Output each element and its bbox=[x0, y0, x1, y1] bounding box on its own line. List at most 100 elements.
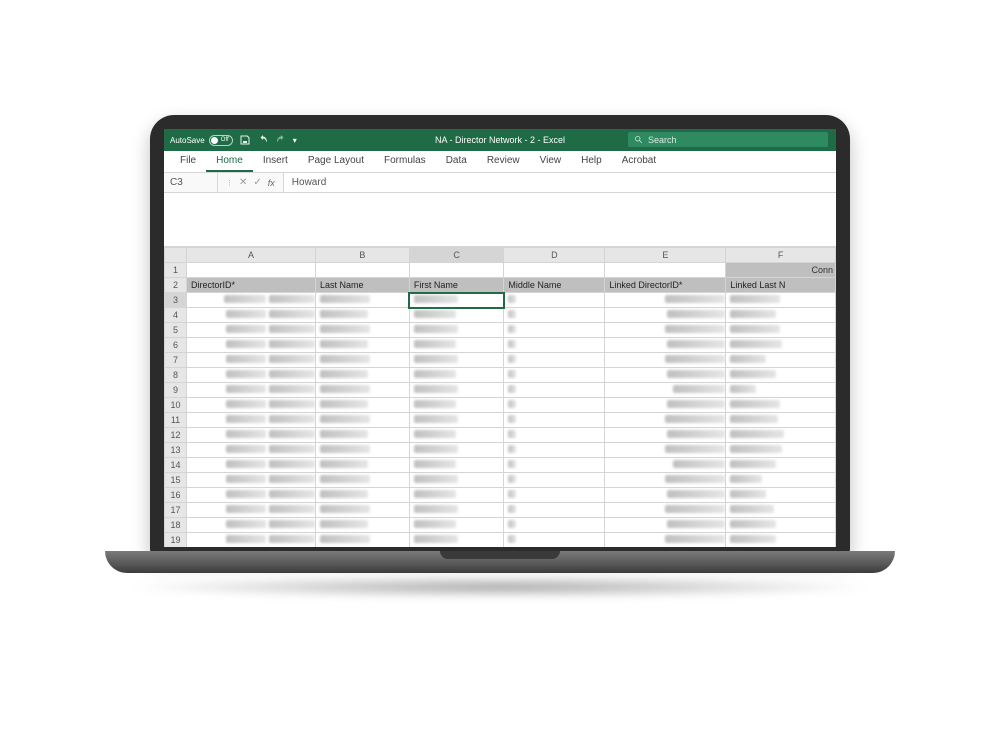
cell[interactable] bbox=[315, 293, 409, 308]
cell[interactable] bbox=[409, 368, 503, 383]
tab-acrobat[interactable]: Acrobat bbox=[612, 151, 666, 172]
cell[interactable] bbox=[187, 533, 316, 548]
cell[interactable] bbox=[315, 458, 409, 473]
cell[interactable] bbox=[504, 518, 605, 533]
cell[interactable] bbox=[315, 473, 409, 488]
cell[interactable] bbox=[409, 473, 503, 488]
cell[interactable] bbox=[315, 518, 409, 533]
cell[interactable] bbox=[726, 503, 836, 518]
cell[interactable] bbox=[726, 428, 836, 443]
row-head[interactable]: 9 bbox=[165, 383, 187, 398]
cell[interactable] bbox=[504, 473, 605, 488]
tab-page-layout[interactable]: Page Layout bbox=[298, 151, 374, 172]
cell[interactable] bbox=[409, 458, 503, 473]
cell[interactable] bbox=[315, 503, 409, 518]
fx-icon[interactable]: fx bbox=[268, 178, 275, 188]
cell[interactable] bbox=[726, 323, 836, 338]
row-head[interactable]: 6 bbox=[165, 338, 187, 353]
cell[interactable] bbox=[504, 383, 605, 398]
cell[interactable] bbox=[315, 308, 409, 323]
cell[interactable] bbox=[605, 368, 726, 383]
enter-icon[interactable]: ✓ bbox=[253, 177, 261, 188]
cell[interactable] bbox=[605, 338, 726, 353]
cell[interactable] bbox=[504, 458, 605, 473]
cell[interactable] bbox=[315, 398, 409, 413]
cell[interactable] bbox=[504, 338, 605, 353]
cell[interactable] bbox=[187, 308, 316, 323]
cell[interactable] bbox=[605, 443, 726, 458]
cell[interactable] bbox=[504, 308, 605, 323]
tab-help[interactable]: Help bbox=[571, 151, 612, 172]
tab-formulas[interactable]: Formulas bbox=[374, 151, 436, 172]
cell[interactable] bbox=[315, 338, 409, 353]
cell[interactable] bbox=[187, 368, 316, 383]
cell[interactable] bbox=[409, 428, 503, 443]
col-head-e[interactable]: E bbox=[605, 248, 726, 263]
cell[interactable] bbox=[315, 443, 409, 458]
cell[interactable] bbox=[605, 383, 726, 398]
cell[interactable] bbox=[409, 263, 503, 278]
cell[interactable] bbox=[315, 323, 409, 338]
cell[interactable] bbox=[726, 308, 836, 323]
row-head[interactable]: 13 bbox=[165, 443, 187, 458]
cell[interactable] bbox=[409, 308, 503, 323]
cell[interactable] bbox=[605, 353, 726, 368]
cell[interactable] bbox=[726, 533, 836, 548]
cell[interactable] bbox=[409, 353, 503, 368]
cell[interactable] bbox=[504, 353, 605, 368]
cell[interactable] bbox=[504, 398, 605, 413]
cell[interactable] bbox=[315, 383, 409, 398]
cell[interactable] bbox=[605, 488, 726, 503]
col-head-b[interactable]: B bbox=[315, 248, 409, 263]
cell[interactable] bbox=[726, 338, 836, 353]
tab-file[interactable]: File bbox=[170, 151, 206, 172]
cell[interactable] bbox=[605, 428, 726, 443]
row-head[interactable]: 19 bbox=[165, 533, 187, 548]
cell[interactable] bbox=[726, 473, 836, 488]
cell[interactable] bbox=[605, 323, 726, 338]
cell[interactable] bbox=[187, 353, 316, 368]
cell[interactable] bbox=[187, 383, 316, 398]
dropdown-icon[interactable]: ⋮ bbox=[226, 179, 233, 187]
cell[interactable] bbox=[409, 518, 503, 533]
worksheet[interactable]: A B C D E F 1 Conn bbox=[164, 247, 836, 547]
cell[interactable] bbox=[605, 293, 726, 308]
cell[interactable] bbox=[504, 293, 605, 308]
select-all-corner[interactable] bbox=[165, 248, 187, 263]
cell[interactable] bbox=[187, 413, 316, 428]
formula-input[interactable]: Howard bbox=[284, 173, 836, 192]
cell[interactable] bbox=[187, 473, 316, 488]
cell[interactable] bbox=[504, 503, 605, 518]
header-cell[interactable]: Middle Name bbox=[504, 278, 605, 293]
cell[interactable] bbox=[605, 413, 726, 428]
header-cell[interactable]: Linked Last N bbox=[726, 278, 836, 293]
cell[interactable] bbox=[726, 398, 836, 413]
save-icon[interactable] bbox=[239, 134, 251, 146]
row-head[interactable]: 17 bbox=[165, 503, 187, 518]
cell[interactable] bbox=[315, 488, 409, 503]
cell[interactable] bbox=[409, 413, 503, 428]
cell[interactable] bbox=[409, 488, 503, 503]
row-head[interactable]: 14 bbox=[165, 458, 187, 473]
undo-icon[interactable] bbox=[257, 134, 269, 146]
cell[interactable] bbox=[409, 323, 503, 338]
redo-icon[interactable] bbox=[275, 134, 287, 146]
cell[interactable] bbox=[409, 338, 503, 353]
cell[interactable] bbox=[726, 518, 836, 533]
cell[interactable] bbox=[187, 323, 316, 338]
cell[interactable] bbox=[726, 383, 836, 398]
col-head-d[interactable]: D bbox=[504, 248, 605, 263]
cell[interactable] bbox=[187, 503, 316, 518]
cell[interactable] bbox=[315, 353, 409, 368]
cell[interactable] bbox=[187, 458, 316, 473]
cell[interactable] bbox=[409, 533, 503, 548]
cell[interactable] bbox=[187, 338, 316, 353]
cell[interactable] bbox=[315, 368, 409, 383]
cell[interactable] bbox=[409, 443, 503, 458]
autosave-pill[interactable]: Off bbox=[209, 135, 233, 146]
cell[interactable] bbox=[726, 353, 836, 368]
cell[interactable] bbox=[187, 263, 316, 278]
row-head[interactable]: 11 bbox=[165, 413, 187, 428]
cell[interactable] bbox=[726, 458, 836, 473]
cell[interactable] bbox=[187, 428, 316, 443]
